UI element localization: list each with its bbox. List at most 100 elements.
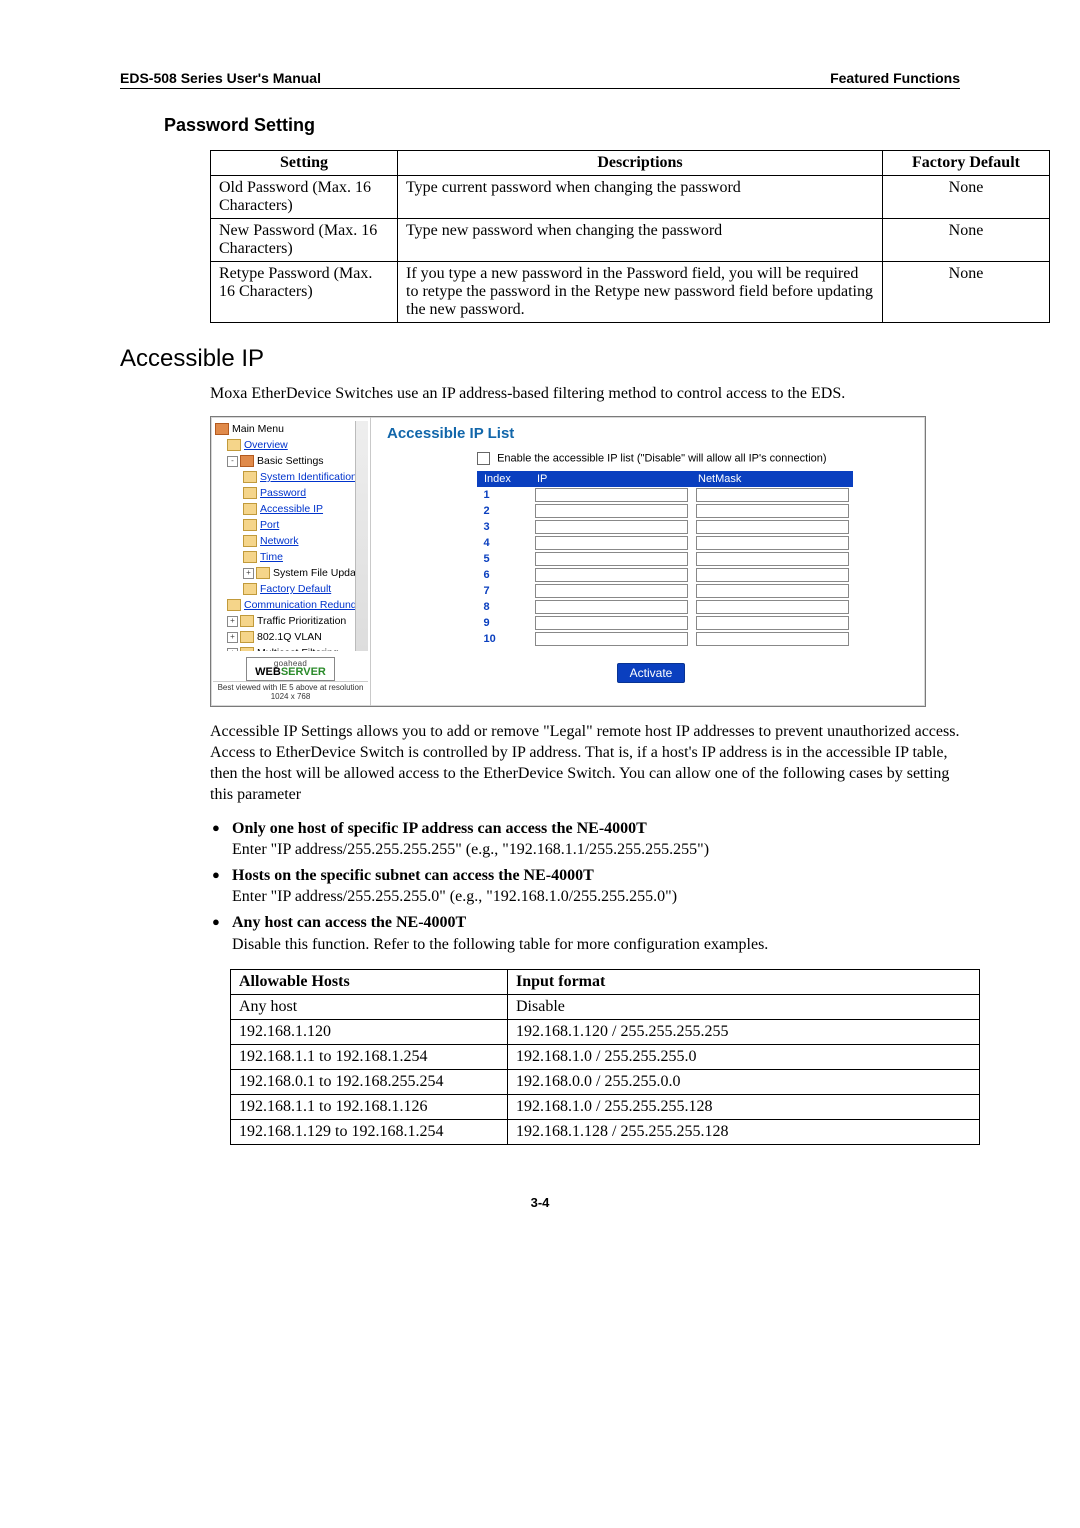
- nav-system-file-update[interactable]: System File Update: [273, 567, 365, 579]
- ip-input[interactable]: [535, 568, 688, 582]
- ip-input[interactable]: [535, 536, 688, 550]
- doc-header-left: EDS-508 Series User's Manual: [120, 70, 321, 86]
- ip-row-index: 6: [478, 567, 531, 583]
- nav-basic-settings[interactable]: Basic Settings: [257, 455, 324, 467]
- nav-port[interactable]: Port: [260, 519, 279, 531]
- ip-row: 10: [478, 631, 853, 647]
- ip-row: 5: [478, 551, 853, 567]
- table-row: 192.168.1.120192.168.1.120 / 255.255.255…: [231, 1020, 980, 1045]
- list-item: Any host can access the NE-4000T Disable…: [210, 912, 960, 955]
- enable-accessible-ip-row: Enable the accessible IP list ("Disable"…: [477, 452, 915, 465]
- ip-list-table: Index IP NetMask 12345678910: [477, 471, 853, 647]
- accessible-ip-heading: Accessible IP: [120, 345, 960, 373]
- ip-row: 3: [478, 519, 853, 535]
- access-cases-list: Only one host of specific IP address can…: [210, 818, 960, 956]
- ip-row: 2: [478, 503, 853, 519]
- ip-row: 4: [478, 535, 853, 551]
- expand-icon[interactable]: +: [243, 568, 254, 579]
- col-allowable-hosts: Allowable Hosts: [231, 970, 508, 995]
- ip-row-index: 1: [478, 487, 531, 504]
- nav-password[interactable]: Password: [260, 487, 306, 499]
- folder-icon: [256, 567, 270, 579]
- netmask-input[interactable]: [696, 632, 849, 646]
- ip-input[interactable]: [535, 520, 688, 534]
- nav-overview[interactable]: Overview: [244, 439, 288, 451]
- netmask-input[interactable]: [696, 520, 849, 534]
- ip-row-index: 2: [478, 503, 531, 519]
- bullet-title: Hosts on the specific subnet can access …: [232, 867, 594, 884]
- col-descriptions: Descriptions: [398, 151, 883, 176]
- netmask-input[interactable]: [696, 584, 849, 598]
- ip-input[interactable]: [535, 552, 688, 566]
- bullet-body: Enter "IP address/255.255.255.255" (e.g.…: [232, 841, 709, 858]
- bullet-body: Enter "IP address/255.255.255.0" (e.g., …: [232, 888, 677, 905]
- col-input-format: Input format: [508, 970, 980, 995]
- nav-system-identification[interactable]: System Identification: [260, 471, 357, 483]
- table-row: Retype Password (Max. 16 Characters) If …: [211, 262, 1050, 323]
- ip-row: 7: [478, 583, 853, 599]
- nav-time[interactable]: Time: [260, 551, 283, 563]
- netmask-input[interactable]: [696, 600, 849, 614]
- enable-accessible-ip-label: Enable the accessible IP list ("Disable"…: [497, 453, 826, 465]
- nav-accessible-ip[interactable]: Accessible IP: [260, 503, 323, 515]
- expand-icon[interactable]: +: [227, 616, 238, 627]
- list-item: Only one host of specific IP address can…: [210, 818, 960, 861]
- table-row: 192.168.1.1 to 192.168.1.254192.168.1.0 …: [231, 1045, 980, 1070]
- netmask-input[interactable]: [696, 568, 849, 582]
- ip-input[interactable]: [535, 600, 688, 614]
- nav-traffic-prioritization[interactable]: Traffic Prioritization: [257, 615, 346, 627]
- netmask-input[interactable]: [696, 616, 849, 630]
- folder-icon: [240, 647, 254, 651]
- ip-input[interactable]: [535, 504, 688, 518]
- page-number: 3-4: [120, 1195, 960, 1210]
- ip-row-index: 4: [478, 535, 531, 551]
- nav-multicast-filtering[interactable]: Multicast Filtering: [257, 647, 339, 651]
- folder-icon: [240, 455, 254, 467]
- nav-network[interactable]: Network: [260, 535, 299, 547]
- bullet-title: Only one host of specific IP address can…: [232, 820, 647, 837]
- folder-icon: [227, 439, 241, 451]
- activate-button[interactable]: Activate: [617, 663, 686, 683]
- expand-icon[interactable]: +: [227, 648, 238, 651]
- collapse-icon[interactable]: -: [227, 456, 238, 467]
- ip-row-index: 8: [478, 599, 531, 615]
- doc-header: EDS-508 Series User's Manual Featured Fu…: [120, 70, 960, 89]
- netmask-input[interactable]: [696, 536, 849, 550]
- folder-icon: [243, 535, 257, 547]
- ip-input[interactable]: [535, 488, 688, 502]
- table-row: 192.168.1.1 to 192.168.1.126192.168.1.0 …: [231, 1095, 980, 1120]
- scroll-down-icon[interactable]: [356, 639, 366, 649]
- nav-factory-default[interactable]: Factory Default: [260, 583, 331, 595]
- folder-icon: [215, 423, 229, 435]
- table-row: New Password (Max. 16 Characters) Type n…: [211, 219, 1050, 262]
- ip-row-index: 7: [478, 583, 531, 599]
- accessible-ip-screenshot: Main Menu Overview - Basic Settings Syste…: [210, 416, 926, 707]
- nav-main-menu[interactable]: Main Menu: [232, 423, 284, 435]
- folder-icon: [243, 471, 257, 483]
- pane-title: Accessible IP List: [387, 425, 915, 442]
- netmask-input[interactable]: [696, 488, 849, 502]
- col-ip: IP: [531, 472, 692, 487]
- ip-row: 9: [478, 615, 853, 631]
- enable-accessible-ip-checkbox[interactable]: [477, 452, 490, 465]
- scroll-up-icon[interactable]: [356, 423, 366, 433]
- ip-row: 6: [478, 567, 853, 583]
- ip-row-index: 3: [478, 519, 531, 535]
- expand-icon[interactable]: +: [227, 632, 238, 643]
- col-index: Index: [478, 472, 531, 487]
- netmask-input[interactable]: [696, 504, 849, 518]
- ip-input[interactable]: [535, 616, 688, 630]
- nav-tree: Main Menu Overview - Basic Settings Syste…: [211, 417, 371, 706]
- bullet-body: Disable this function. Refer to the foll…: [232, 936, 768, 953]
- ip-input[interactable]: [535, 632, 688, 646]
- folder-icon: [243, 519, 257, 531]
- bullet-title: Any host can access the NE-4000T: [232, 914, 466, 931]
- netmask-input[interactable]: [696, 552, 849, 566]
- ip-row-index: 10: [478, 631, 531, 647]
- nav-8021q-vlan[interactable]: 802.1Q VLAN: [257, 631, 322, 643]
- folder-icon: [227, 599, 241, 611]
- table-row: Any hostDisable: [231, 995, 980, 1020]
- folder-icon: [243, 551, 257, 563]
- ip-input[interactable]: [535, 584, 688, 598]
- nav-comm-redundancy[interactable]: Communication Redundancy: [244, 599, 368, 611]
